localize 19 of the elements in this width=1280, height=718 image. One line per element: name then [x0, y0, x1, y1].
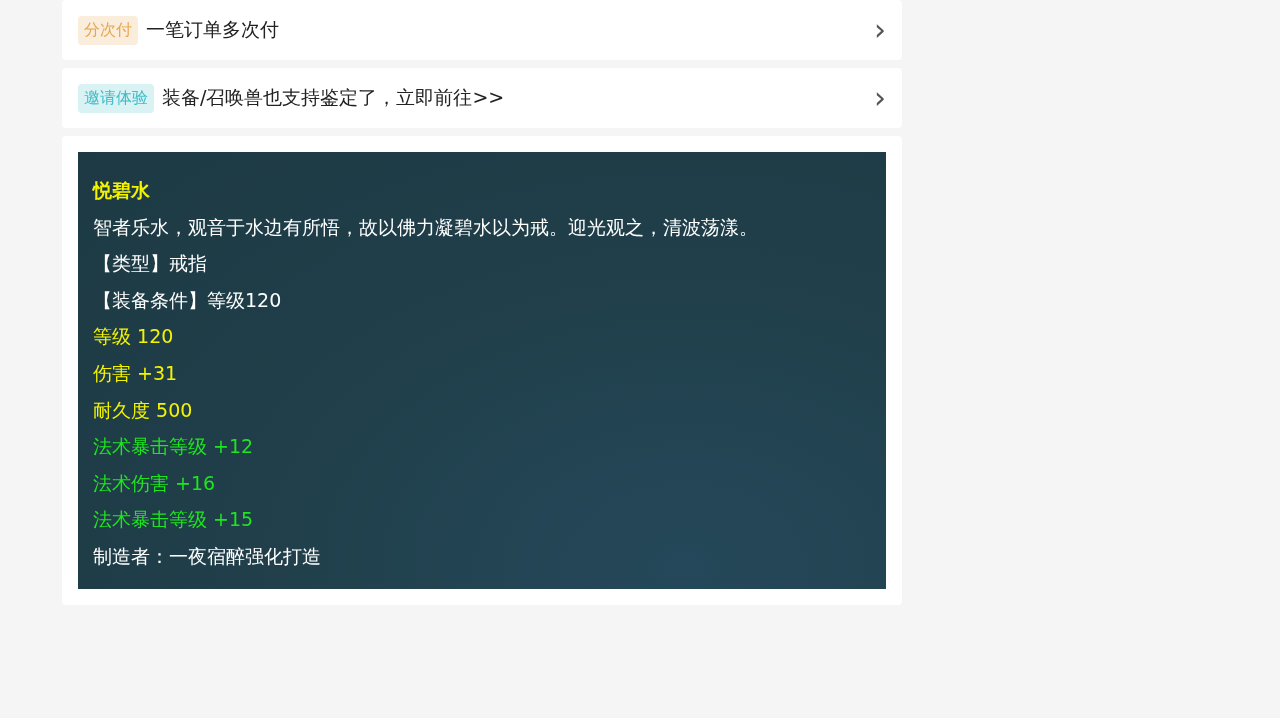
item-name: 悦碧水	[93, 178, 151, 203]
item-attribute: 智者乐水，观音于水边有所悟，故以佛力凝碧水以为戒。迎光观之，清波荡漾。	[93, 214, 759, 240]
item-attribute: 法术暴击等级 +12	[93, 434, 255, 460]
promo-row[interactable]: 分次付 一笔订单多次付 ›	[62, 0, 902, 60]
item-attribute: 等级 120	[93, 324, 175, 350]
chevron-icon: ›	[874, 15, 886, 45]
promo-tag: 分次付	[78, 15, 138, 45]
chevron-icon: ›	[874, 83, 886, 113]
item-attribute: 法术伤害 +16	[93, 470, 217, 496]
item-attribute: 伤害 +31	[93, 360, 179, 386]
promo-text: 装备/召唤兽也支持鉴定了，立即前往>>	[162, 85, 506, 110]
item-attribute: 耐久度 500	[93, 397, 194, 423]
item-attribute: 法术暴击等级 +15	[93, 507, 255, 533]
item-attribute: 制造者：一夜宿醉强化打造	[93, 543, 322, 569]
item-attribute: 【装备条件】等级120	[93, 287, 283, 313]
item-attribute: 【类型】戒指	[93, 251, 208, 277]
promo-tag: 邀请体验	[78, 83, 154, 113]
promo-row[interactable]: 邀请体验 装备/召唤兽也支持鉴定了，立即前往>> ›	[62, 68, 902, 128]
promo-text: 一笔订单多次付	[146, 17, 280, 42]
